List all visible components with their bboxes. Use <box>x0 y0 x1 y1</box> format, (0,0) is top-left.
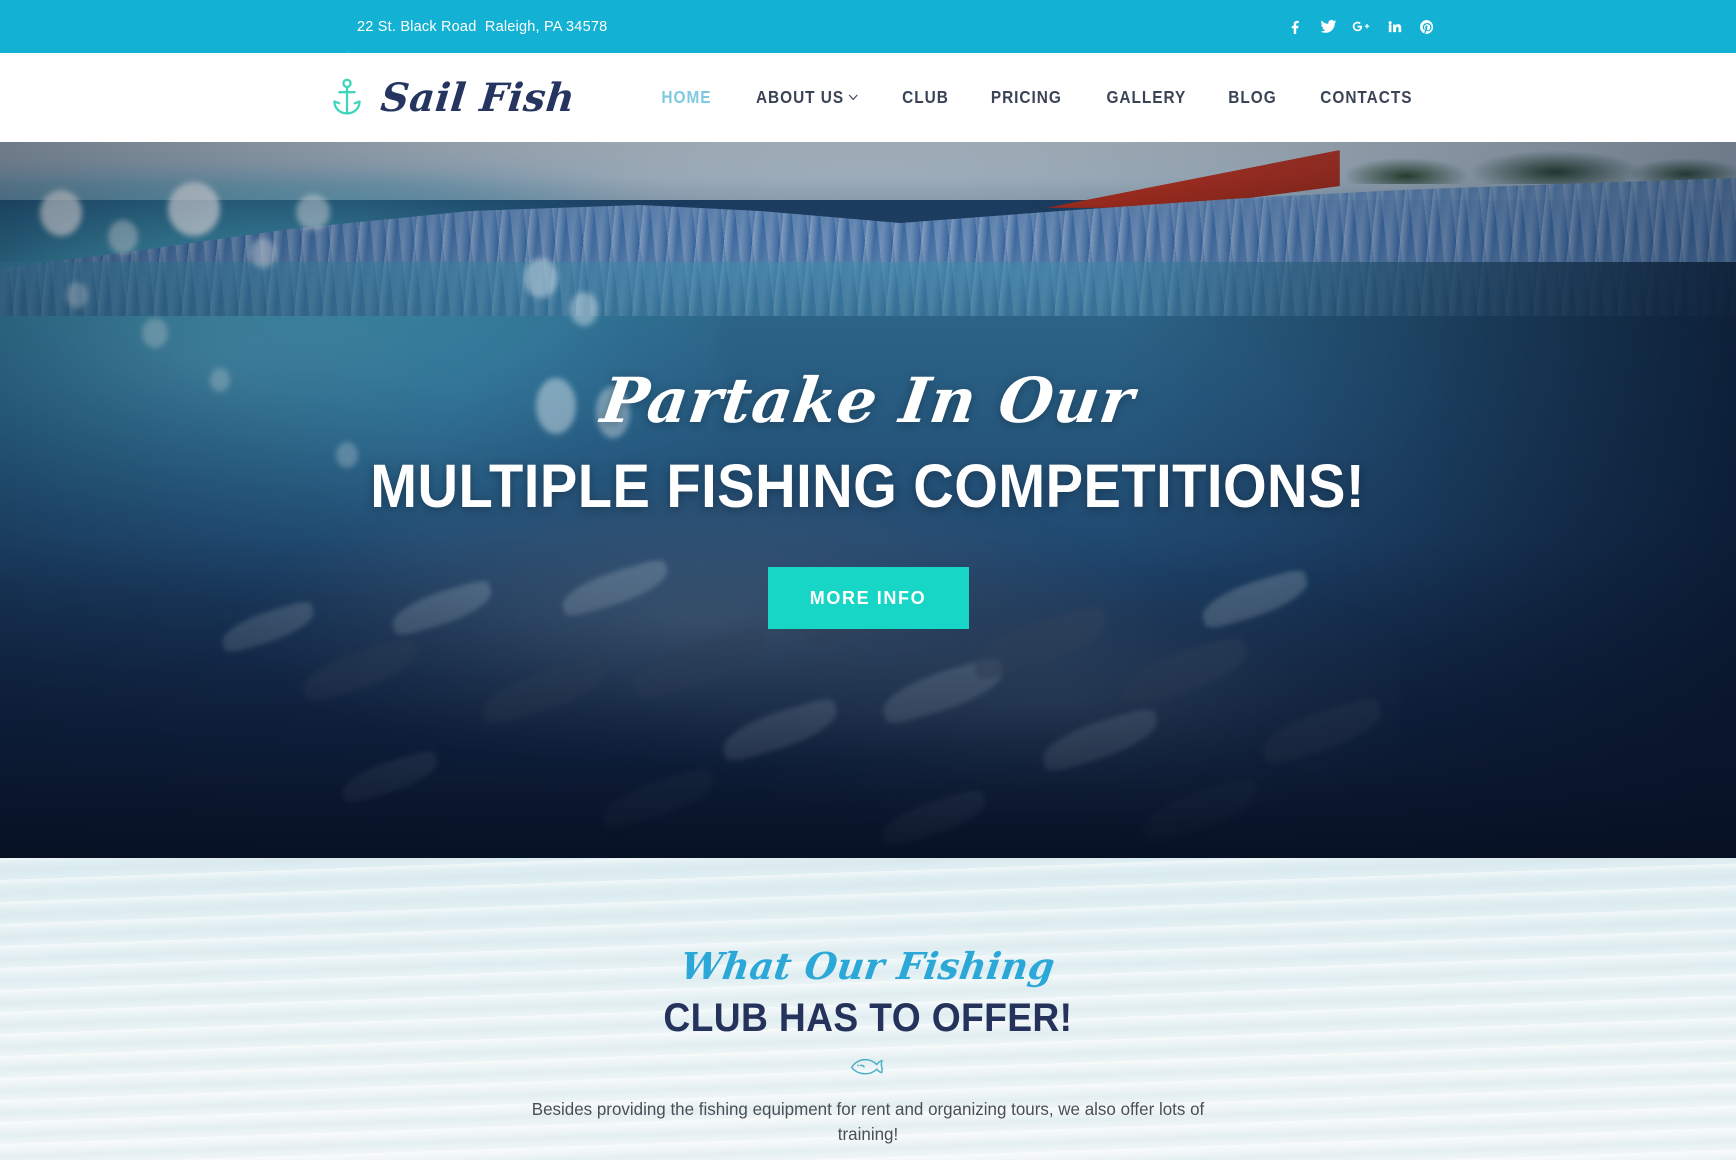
nav-label-about-us: ABOUT US <box>755 87 844 107</box>
nav-item-club[interactable]: CLUB <box>887 87 964 108</box>
top-bar: 22 St. Black Road Raleigh, PA 34578 <box>0 0 1736 66</box>
location-arrow-icon <box>334 20 348 66</box>
google-plus-icon[interactable] <box>1352 18 1370 36</box>
hero-main-headline: MULTIPLE FISHING COMPETITIONS! <box>370 452 1366 520</box>
nav-item-gallery[interactable]: GALLERY <box>1091 87 1201 108</box>
facebook-icon[interactable] <box>1286 18 1304 36</box>
address-block: 22 St. Black Road Raleigh, PA 34578 <box>334 0 608 66</box>
nav-item-contacts[interactable]: CONTACTS <box>1306 87 1428 108</box>
main-navigation: HOME ABOUT US CLUB PRICING GALLERY BLOG … <box>641 53 1436 142</box>
linkedin-icon[interactable] <box>1385 18 1403 36</box>
pinterest-icon[interactable] <box>1418 18 1436 36</box>
nav-label-pricing: PRICING <box>990 87 1062 107</box>
nav-item-about-us[interactable]: ABOUT US <box>741 87 873 108</box>
site-header: Sail Fish HOME ABOUT US CLUB PRICING GAL… <box>0 53 1736 142</box>
anchor-icon <box>330 78 364 118</box>
nav-item-blog[interactable]: BLOG <box>1214 87 1292 108</box>
nav-label-blog: BLOG <box>1228 87 1277 107</box>
twitter-icon[interactable] <box>1319 18 1337 36</box>
nav-item-home[interactable]: HOME <box>646 87 726 108</box>
offer-section: What Our Fishing CLUB HAS TO OFFER! Besi… <box>0 858 1736 1160</box>
hero-script-headline: Partake In Our <box>596 364 1140 437</box>
offer-script-title: What Our Fishing <box>678 944 1058 988</box>
chevron-down-icon <box>848 94 858 101</box>
brand-name: Sail Fish <box>378 74 578 121</box>
nav-label-contacts: CONTACTS <box>1320 87 1413 107</box>
nav-label-club: CLUB <box>902 87 949 107</box>
more-info-button[interactable]: MORE INFO <box>767 567 969 629</box>
offer-main-title: CLUB HAS TO OFFER! <box>663 996 1073 1040</box>
logo-link[interactable]: Sail Fish <box>330 53 578 142</box>
fish-icon <box>848 1055 888 1077</box>
nav-label-gallery: GALLERY <box>1106 87 1186 107</box>
hero-content: Partake In Our MULTIPLE FISHING COMPETIT… <box>0 142 1736 858</box>
address-text: 22 St. Black Road Raleigh, PA 34578 <box>357 18 608 35</box>
social-links <box>1286 0 1436 53</box>
hero-section: Partake In Our MULTIPLE FISHING COMPETIT… <box>0 142 1736 858</box>
offer-paragraph: Besides providing the fishing equipment … <box>531 1099 1205 1144</box>
nav-item-pricing[interactable]: PRICING <box>976 87 1077 108</box>
nav-label-home: HOME <box>661 87 712 107</box>
